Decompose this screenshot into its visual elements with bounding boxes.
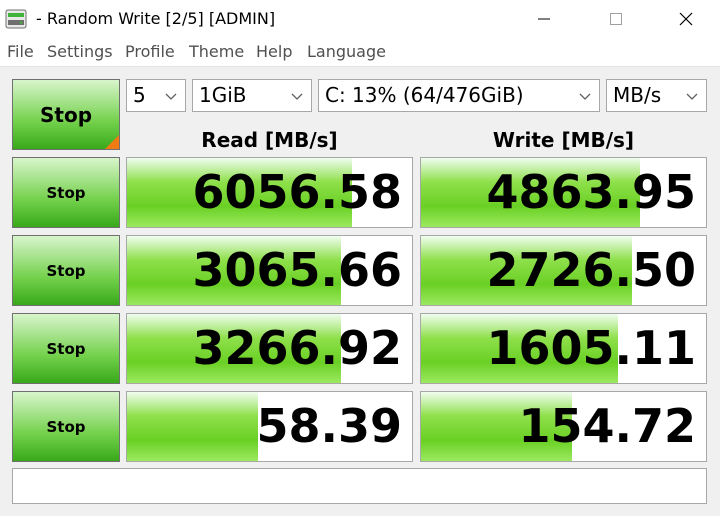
- row-1-write-cell: 4863.95: [420, 157, 707, 228]
- unit-select[interactable]: MB/s: [606, 79, 707, 112]
- row-4-write-value: 154.72: [518, 399, 696, 453]
- row-2-write-cell: 2726.50: [420, 235, 707, 306]
- test-size-select[interactable]: 1GiB: [192, 79, 312, 112]
- test-size-value: 1GiB: [199, 83, 247, 107]
- row-1-stop-button[interactable]: Stop: [12, 157, 120, 228]
- row-1-stop-label: Stop: [46, 183, 86, 202]
- drive-select[interactable]: C: 13% (64/476GiB): [318, 79, 600, 112]
- app-icon: [5, 8, 27, 30]
- row-3-read-value: 3266.92: [192, 321, 402, 375]
- row-3-read-cell: 3266.92: [126, 313, 413, 384]
- menu-file[interactable]: File: [7, 42, 34, 62]
- minimize-icon: [538, 18, 550, 20]
- menu-bar: File Settings Profile Theme Help Languag…: [0, 38, 720, 66]
- read-header: Read [MB/s]: [201, 128, 338, 152]
- minimize-button[interactable]: [516, 0, 572, 38]
- stop-all-button[interactable]: Stop: [12, 79, 120, 150]
- row-2-write-value: 2726.50: [486, 243, 696, 297]
- row-4-stop-button[interactable]: Stop: [12, 391, 120, 462]
- row-2-read-value: 3065.66: [192, 243, 402, 297]
- menu-language[interactable]: Language: [307, 42, 386, 62]
- row-3-write-value: 1605.11: [486, 321, 696, 375]
- row-4-stop-label: Stop: [46, 417, 86, 436]
- row-2-stop-button[interactable]: Stop: [12, 235, 120, 306]
- chevron-down-icon: [579, 93, 591, 100]
- chevron-down-icon: [291, 93, 303, 100]
- row-4-write-cell: 154.72: [420, 391, 707, 462]
- maximize-icon: [610, 13, 622, 25]
- maximize-button[interactable]: [588, 0, 644, 38]
- menu-help[interactable]: Help: [256, 42, 292, 62]
- chevron-down-icon: [686, 93, 698, 100]
- window-title: - Random Write [2/5] [ADMIN]: [36, 9, 276, 28]
- unit-value: MB/s: [613, 83, 662, 107]
- write-header: Write [MB/s]: [492, 128, 635, 152]
- row-3-stop-button[interactable]: Stop: [12, 313, 120, 384]
- stop-all-label: Stop: [39, 102, 93, 127]
- drive-value: C: 13% (64/476GiB): [325, 83, 524, 107]
- row-2-read-cell: 3065.66: [126, 235, 413, 306]
- row-3-write-cell: 1605.11: [420, 313, 707, 384]
- corner-indicator: [105, 135, 119, 149]
- test-count-value: 5: [133, 83, 146, 107]
- row-1-read-value: 6056.58: [192, 165, 402, 219]
- row-1-write-value: 4863.95: [486, 165, 696, 219]
- close-icon: [679, 12, 693, 26]
- row-1-read-cell: 6056.58: [126, 157, 413, 228]
- chevron-down-icon: [165, 93, 177, 100]
- menu-theme[interactable]: Theme: [189, 42, 244, 62]
- menu-settings[interactable]: Settings: [47, 42, 113, 62]
- status-bar: [12, 468, 707, 504]
- test-count-select[interactable]: 5: [126, 79, 186, 112]
- row-4-read-value: 58.39: [256, 399, 402, 453]
- row-4-read-bar: [127, 392, 259, 461]
- row-3-stop-label: Stop: [46, 339, 86, 358]
- close-button[interactable]: [658, 0, 714, 38]
- row-4-read-cell: 58.39: [126, 391, 413, 462]
- row-2-stop-label: Stop: [46, 261, 86, 280]
- menu-profile[interactable]: Profile: [125, 42, 175, 62]
- title-bar: - Random Write [2/5] [ADMIN]: [0, 0, 720, 38]
